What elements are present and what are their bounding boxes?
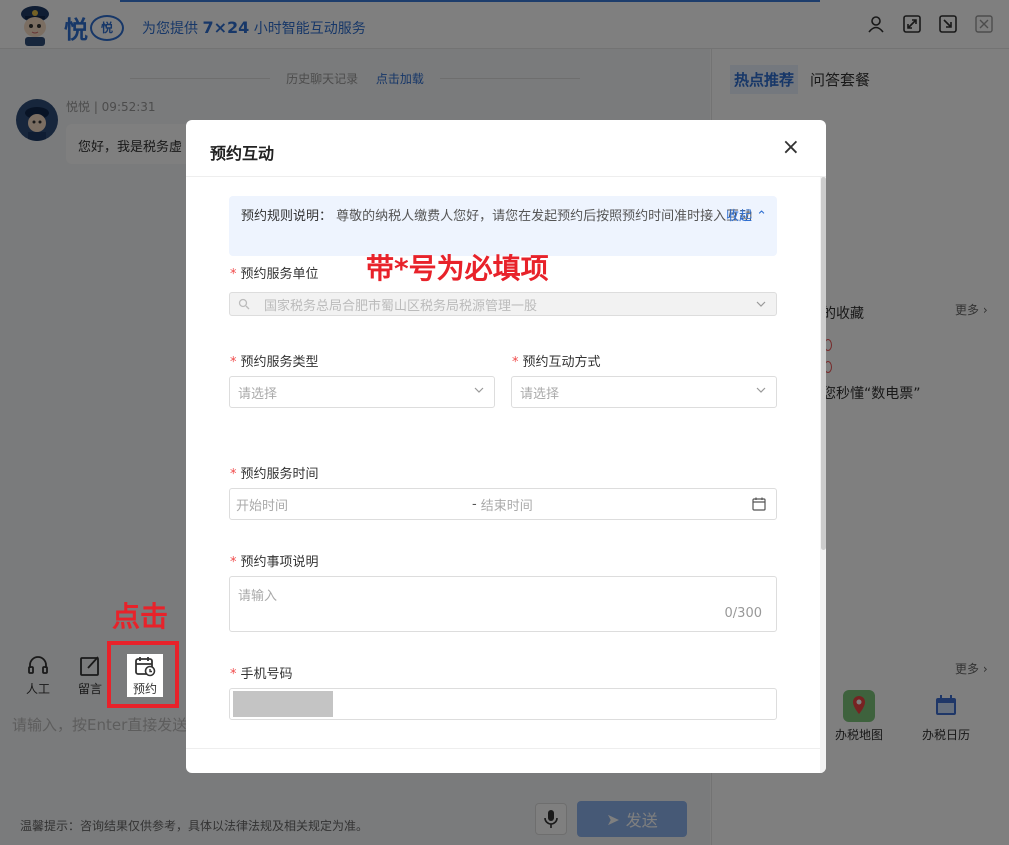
collapse-link[interactable]: 收起 ⌃ [726,206,767,228]
desc-label-text: 预约事项说明 [240,555,319,570]
appointment-dialog: 预约互动 × 预约规则说明： 尊敬的纳税人缴费人您好，请您在发起预约后按照预约时… [186,120,826,773]
range-separator: - [472,496,477,512]
dialog-footer-divider [186,748,820,749]
chevron-down-icon [756,301,766,307]
start-time-input[interactable]: 开始时间 [236,495,472,514]
mode-label-text: 预约互动方式 [522,355,601,370]
desc-placeholder: 请输入 [238,589,278,604]
mode-placeholder: 请选择 [520,386,560,402]
time-range-picker[interactable]: 开始时间 - 结束时间 [229,488,777,520]
dialog-close-icon[interactable]: × [782,137,800,159]
unit-select[interactable]: 国家税务总局合肥市蜀山区税务局税源管理一股 [229,292,777,316]
type-placeholder: 请选择 [238,386,278,402]
chevron-down-icon [474,387,484,393]
required-mark: * [230,555,237,570]
time-label-text: 预约服务时间 [240,467,319,482]
collapse-label: 收起 [725,209,752,224]
unit-label-text: 预约服务单位 [240,267,319,282]
desc-textarea[interactable]: 请输入 0/300 [229,576,777,632]
mode-label: * 预约互动方式 [512,351,601,370]
required-mark: * [230,667,237,682]
click-annotation: 点击 [112,600,169,633]
desc-label: * 预约事项说明 [230,551,319,570]
chevron-down-icon [756,387,766,393]
type-select[interactable]: 请选择 [229,376,495,408]
required-mark: * [230,267,237,282]
required-mark: * [230,467,237,482]
time-label: * 预约服务时间 [230,463,319,482]
required-mark: * [230,355,237,370]
required-annotation: 带*号为必填项 [366,252,549,285]
unit-value: 国家税务总局合肥市蜀山区税务局税源管理一股 [264,298,538,314]
mode-select[interactable]: 请选择 [511,376,777,408]
type-label-text: 预约服务类型 [240,355,319,370]
notice-text: 尊敬的纳税人缴费人您好，请您在发起预约后按照预约时间准时接入互动 [336,209,753,224]
search-icon [238,298,250,310]
phone-label-text: 手机号码 [240,667,293,682]
dialog-title: 预约互动 [186,120,826,177]
scrollbar-thumb[interactable] [821,177,826,550]
end-time-input[interactable]: 结束时间 [481,495,533,514]
redacted-phone [233,691,333,717]
char-counter: 0/300 [724,606,762,621]
phone-input[interactable] [229,688,777,720]
required-mark: * [512,355,519,370]
calendar-icon [752,497,766,511]
highlight-box [107,641,179,708]
unit-label: * 预约服务单位 [230,263,319,282]
type-label: * 预约服务类型 [230,351,319,370]
phone-label: * 手机号码 [230,663,293,682]
dialog-scrollbar[interactable] [820,177,826,773]
notice-label: 预约规则说明： [241,209,333,224]
